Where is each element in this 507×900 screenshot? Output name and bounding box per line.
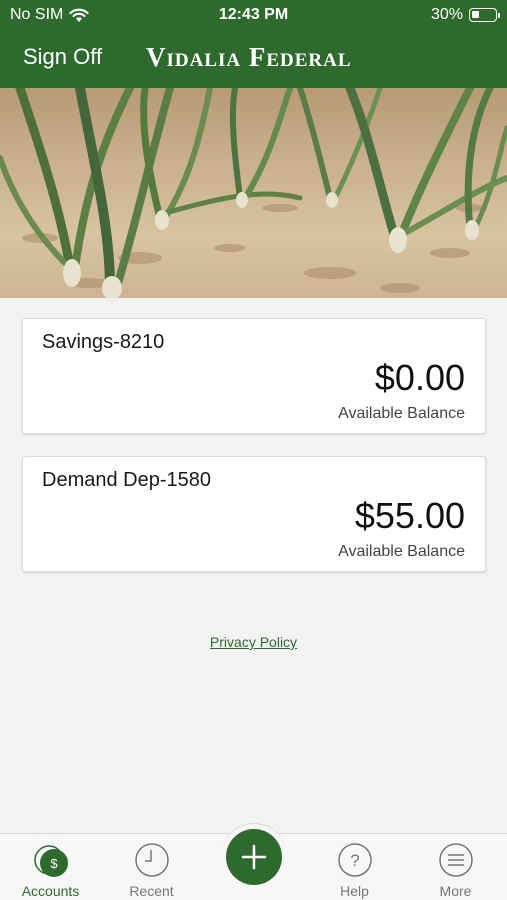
onion-field-illustration xyxy=(0,88,507,298)
tab-recent[interactable]: Recent xyxy=(101,834,202,900)
app-header: No SIM 12:43 PM 30% Sign Off Vidalia Fed… xyxy=(0,0,507,88)
add-action-button[interactable] xyxy=(226,829,282,885)
dollar-circle-icon: $ xyxy=(34,845,68,877)
account-name: Savings-8210 xyxy=(42,331,165,353)
battery-status: 30% xyxy=(430,6,500,24)
menu-circle-icon xyxy=(439,843,473,877)
account-name: Demand Dep-1580 xyxy=(42,469,211,491)
tab-label: Recent xyxy=(129,883,174,899)
svg-text:?: ? xyxy=(350,851,359,870)
privacy-policy-link[interactable]: Privacy Policy xyxy=(0,634,507,650)
balance-label: Available Balance xyxy=(338,543,465,560)
battery-percent: 30% xyxy=(430,6,463,23)
tab-help[interactable]: ? Help xyxy=(304,834,405,900)
tab-label: Accounts xyxy=(21,883,80,899)
clock-icon xyxy=(135,843,169,877)
tab-more[interactable]: More xyxy=(405,834,506,900)
tab-label: More xyxy=(439,883,472,899)
account-card-savings[interactable]: Savings-8210 $0.00 Available Balance xyxy=(22,318,486,434)
account-card-demand-deposit[interactable]: Demand Dep-1580 $55.00 Available Balance xyxy=(22,456,486,572)
nav-bar: Sign Off Vidalia Federal xyxy=(0,30,507,88)
plus-icon xyxy=(241,844,267,870)
battery-icon xyxy=(469,8,500,22)
tab-label: Help xyxy=(340,883,369,899)
battery-level xyxy=(472,11,479,18)
svg-text:$: $ xyxy=(50,856,58,871)
sign-off-button[interactable]: Sign Off xyxy=(23,44,102,70)
account-balance: $0.00 xyxy=(374,357,465,398)
account-balance: $55.00 xyxy=(354,495,465,536)
question-circle-icon: ? xyxy=(338,843,372,877)
tab-accounts[interactable]: $ Accounts xyxy=(0,834,101,900)
balance-label: Available Balance xyxy=(338,405,465,422)
brand-logo: Vidalia Federal xyxy=(146,42,352,72)
hero-image-onion-field xyxy=(0,88,507,298)
status-bar: No SIM 12:43 PM 30% xyxy=(0,0,507,30)
